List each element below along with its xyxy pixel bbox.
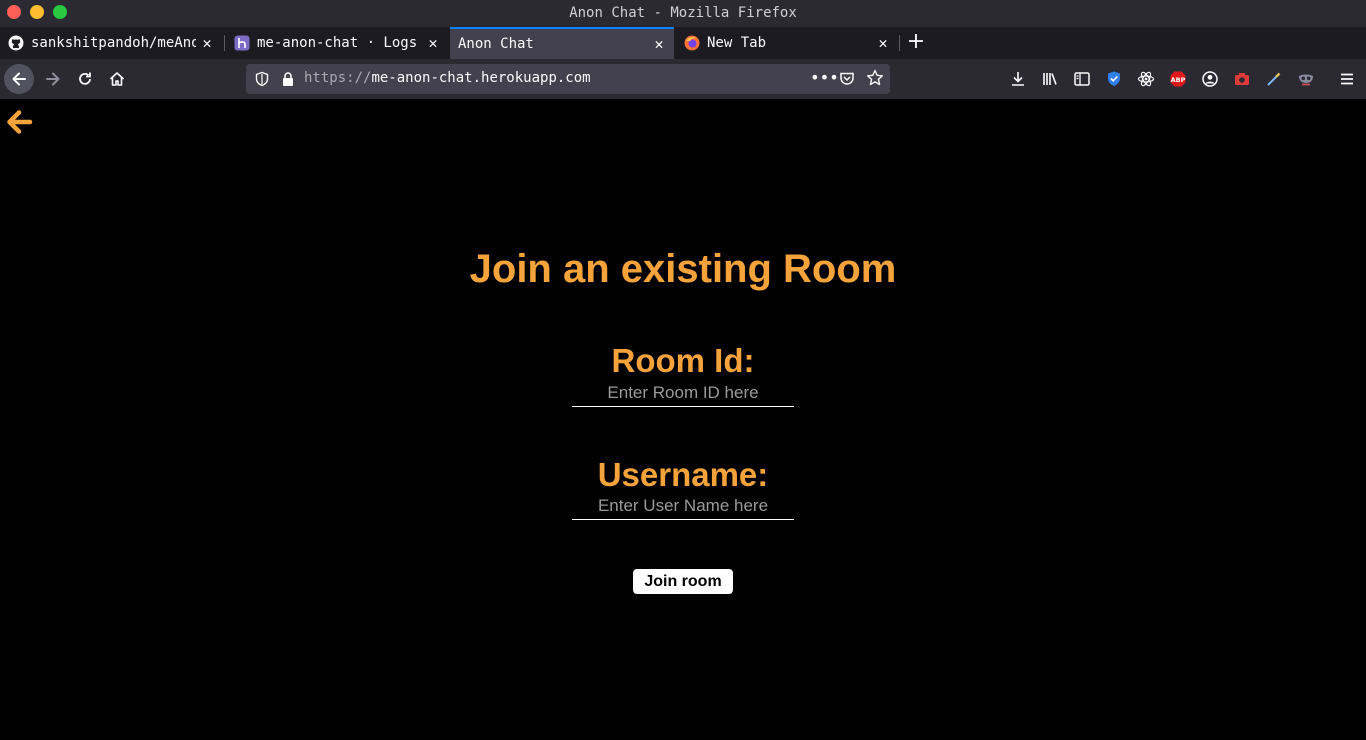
username-label: Username: [597,456,769,493]
svg-text:ABP: ABP [1171,76,1186,84]
tab-label: Anon Chat [458,36,534,52]
home-icon [109,72,125,86]
url-text[interactable]: https://me-anon-chat.herokuapp.com [304,70,591,86]
forward-button[interactable] [38,64,68,94]
github-icon [8,35,24,51]
tab-anon-chat[interactable]: Anon Chat ✕ [450,27,674,59]
back-arrow-button[interactable] [4,107,34,137]
page-actions-icon[interactable]: ••• [810,68,839,87]
tab-strip: sankshitpandoh/meAnonC ✕ me-anon-chat · … [0,27,1366,59]
navigation-toolbar: https://me-anon-chat.herokuapp.com ••• A… [0,59,1366,99]
downloads-icon[interactable] [1007,68,1029,90]
account-icon[interactable] [1199,68,1221,90]
heroku-icon [234,35,250,51]
tab-heroku-logs[interactable]: me-anon-chat · Logs ✕ [226,27,448,59]
arrow-right-icon [46,72,60,86]
bitwarden-shield-icon[interactable] [1103,68,1125,90]
close-icon[interactable]: ✕ [422,34,444,52]
tab-label: New Tab [707,35,767,51]
new-tab-button[interactable]: + [902,27,930,59]
screenshot-camera-icon[interactable] [1231,68,1253,90]
room-id-label: Room Id: [611,342,755,379]
tab-separator [224,35,225,51]
bookmark-star-icon[interactable] [866,69,884,91]
back-button[interactable] [4,64,34,94]
mask-extension-icon[interactable] [1295,68,1317,90]
home-button[interactable] [102,64,132,94]
room-id-input[interactable] [572,379,794,407]
pocket-icon[interactable] [838,70,856,92]
firefox-icon [684,35,700,51]
react-devtools-icon[interactable] [1135,68,1157,90]
reload-icon [79,72,91,85]
close-icon[interactable]: ✕ [196,34,218,52]
close-icon[interactable]: ✕ [872,34,894,52]
tracking-protection-shield-icon[interactable] [254,71,270,91]
page-content: Join an existing Room Room Id: Username:… [0,99,1366,740]
window-titlebar: Anon Chat - Mozilla Firefox [0,0,1366,27]
adblock-plus-icon[interactable]: ABP [1167,68,1189,90]
reload-button[interactable] [70,64,100,94]
eyedropper-icon[interactable] [1263,68,1285,90]
address-bar[interactable]: https://me-anon-chat.herokuapp.com ••• [246,64,890,94]
tab-github[interactable]: sankshitpandoh/meAnonC ✕ [0,27,222,59]
tab-new-tab[interactable]: New Tab ✕ [676,27,898,59]
username-input[interactable] [572,492,794,520]
arrow-left-icon [12,72,26,86]
library-icon[interactable] [1039,68,1061,90]
url-host: me-anon-chat.herokuapp.com [371,70,591,86]
arrow-left-icon [7,110,33,134]
tab-label: me-anon-chat · Logs [257,35,418,51]
sidebar-icon[interactable] [1071,68,1093,90]
hamburger-menu-icon[interactable] [1336,68,1358,90]
page-title: Join an existing Room [469,247,897,291]
url-protocol: https:// [304,70,372,86]
window-title: Anon Chat - Mozilla Firefox [569,5,797,21]
tab-label: sankshitpandoh/meAnonC [31,35,196,51]
close-icon[interactable]: ✕ [648,35,670,53]
tab-separator [899,35,900,51]
join-room-button[interactable]: Join room [633,569,733,594]
lock-icon[interactable] [281,71,295,91]
